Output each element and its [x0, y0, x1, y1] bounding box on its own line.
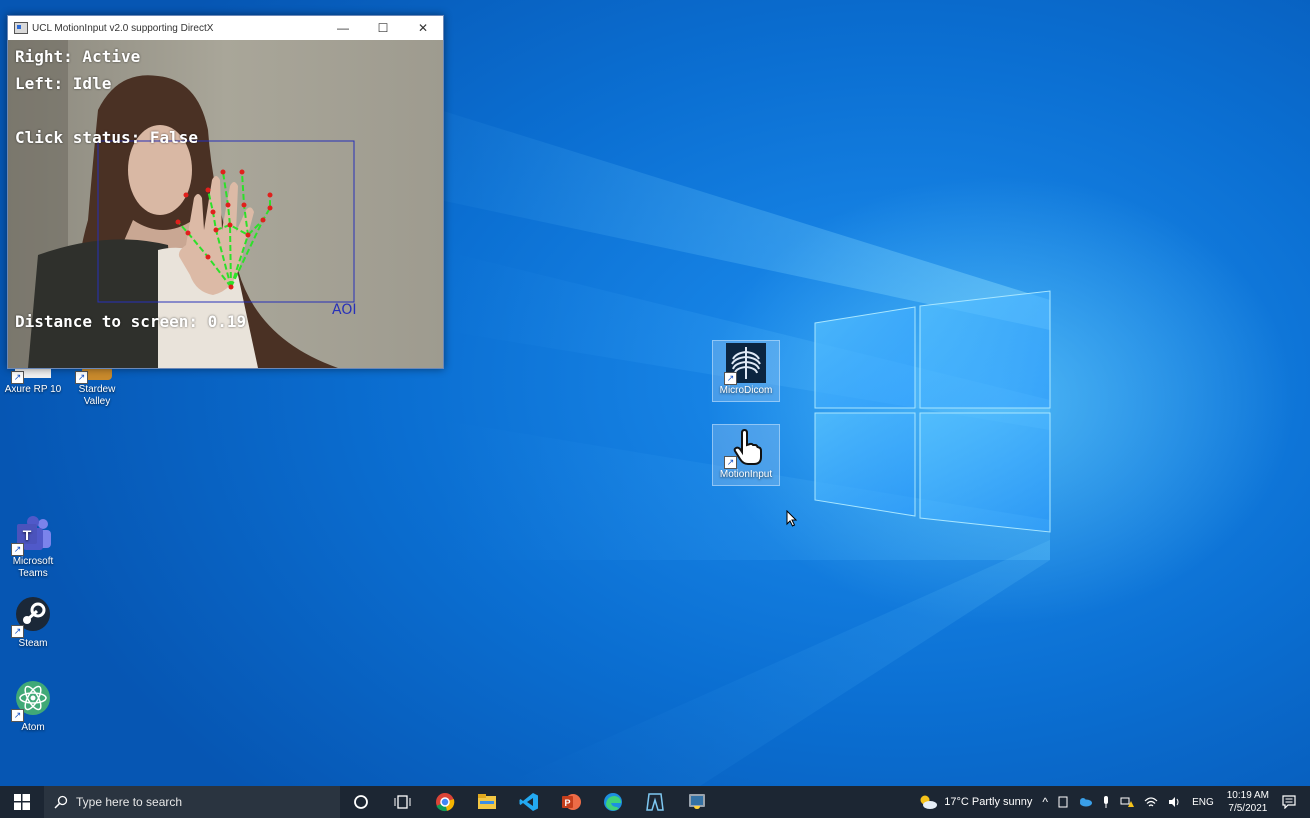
volume-icon[interactable] [1168, 796, 1182, 808]
windows-start-icon [14, 794, 30, 810]
motioninput-camera-window[interactable]: UCL MotionInput v2.0 supporting DirectX … [7, 15, 444, 369]
language-indicator[interactable]: ENG [1192, 797, 1214, 808]
python-button[interactable] [676, 786, 718, 818]
desktop-icon-axure[interactable]: ↗ Axure RP 10 [0, 366, 66, 396]
file-explorer-button[interactable] [466, 786, 508, 818]
close-button[interactable]: ✕ [403, 16, 443, 40]
shortcut-arrow-icon: ↗ [75, 371, 88, 384]
unity-button[interactable] [634, 786, 676, 818]
clock-time: 10:19 AM [1226, 790, 1269, 801]
aoi-label: AOI [332, 302, 357, 318]
network-warning-icon[interactable] [1120, 796, 1135, 808]
taskbar: Type here to search P 17°C Partly sunny [0, 786, 1310, 818]
left-hand-status: Left: Idle [15, 74, 112, 93]
weather-widget[interactable]: 17°C Partly sunny [918, 794, 1032, 810]
task-view-icon [394, 795, 411, 809]
shortcut-arrow-icon: ↗ [11, 625, 24, 638]
minimize-button[interactable]: — [323, 16, 363, 40]
file-explorer-icon [478, 794, 496, 809]
python-icon [689, 794, 705, 809]
svg-text:T: T [23, 527, 32, 543]
vscode-icon [519, 793, 538, 811]
desktop-icon-stardew[interactable]: ↗ Stardew Valley [64, 366, 130, 408]
desktop-icon-motioninput[interactable]: ↗ MotionInput [712, 424, 780, 486]
start-button[interactable] [0, 786, 44, 818]
desktop-icon-microdicom[interactable]: ↗ MicroDicom [712, 340, 780, 402]
cortana-icon [354, 795, 368, 809]
partly-sunny-icon [920, 795, 938, 809]
desktop-icon-label: MotionInput [719, 469, 773, 480]
device-icon[interactable] [1058, 796, 1068, 808]
desktop-icon-label: MicroDicom [719, 385, 773, 396]
shortcut-arrow-icon: ↗ [11, 371, 24, 384]
webcam-feed: Right: Active Left: Idle Click status: F… [8, 40, 443, 368]
desktop-icon-label: Atom [21, 722, 45, 733]
edge-icon [604, 793, 622, 811]
right-hand-status: Right: Active [15, 47, 141, 66]
weather-text: 17°C Partly sunny [944, 796, 1033, 808]
edge-button[interactable] [592, 786, 634, 818]
distance-to-screen: Distance to screen: 0.19 [15, 312, 247, 331]
app-icon [14, 22, 28, 34]
clock-date: 7/5/2021 [1228, 803, 1268, 814]
search-placeholder: Type here to search [76, 795, 183, 809]
desktop-icon-steam[interactable]: ↗ Steam [0, 596, 66, 650]
shortcut-arrow-icon: ↗ [11, 543, 24, 556]
unity-icon [646, 793, 664, 811]
hand-pointer-icon: ↗ [724, 427, 766, 469]
wifi-icon[interactable] [1144, 796, 1158, 808]
taskbar-search-box[interactable]: Type here to search [44, 786, 340, 818]
shortcut-arrow-icon: ↗ [11, 709, 24, 722]
taskbar-clock[interactable]: 10:19 AM 7/5/2021 [1227, 789, 1269, 815]
chrome-button[interactable] [424, 786, 466, 818]
shortcut-arrow-icon: ↗ [724, 372, 737, 385]
show-hidden-icons-chevron-icon[interactable]: ^ [1042, 795, 1048, 809]
microphone-icon[interactable] [1102, 796, 1110, 808]
desktop-icon-label: Steam [18, 638, 48, 649]
desktop-icon-label: Axure RP 10 [4, 384, 62, 395]
window-titlebar[interactable]: UCL MotionInput v2.0 supporting DirectX … [8, 16, 443, 40]
task-view-button[interactable] [382, 786, 424, 818]
desktop-icon-label: Microsoft Teams [12, 556, 54, 579]
shortcut-arrow-icon: ↗ [724, 456, 737, 469]
search-icon [54, 795, 68, 809]
onedrive-cloud-icon[interactable] [1078, 797, 1093, 807]
svg-text:P: P [564, 798, 570, 808]
desktop-icon-label: Stardew Valley [78, 384, 116, 407]
cortana-button[interactable] [340, 786, 382, 818]
xray-icon: ↗ [724, 343, 766, 385]
teams-icon: T ↗ [11, 514, 53, 556]
action-center-icon [1282, 795, 1296, 809]
vscode-button[interactable] [508, 786, 550, 818]
desktop-icon-atom[interactable]: ↗ Atom [0, 680, 66, 734]
steam-icon: ↗ [11, 596, 53, 638]
powerpoint-button[interactable]: P [550, 786, 592, 818]
atom-icon: ↗ [11, 680, 53, 722]
chrome-icon [436, 793, 455, 812]
window-title: UCL MotionInput v2.0 supporting DirectX [32, 22, 214, 34]
notifications-button[interactable] [1282, 795, 1296, 809]
system-tray: 17°C Partly sunny ^ ENG 10:19 AM 7/5/202… [913, 786, 1310, 818]
desktop-icon-teams[interactable]: T ↗ Microsoft Teams [0, 514, 66, 580]
maximize-button[interactable]: ☐ [363, 16, 403, 40]
click-status: Click status: False [15, 128, 199, 147]
powerpoint-icon: P [562, 794, 581, 810]
mouse-cursor-icon [786, 510, 798, 527]
